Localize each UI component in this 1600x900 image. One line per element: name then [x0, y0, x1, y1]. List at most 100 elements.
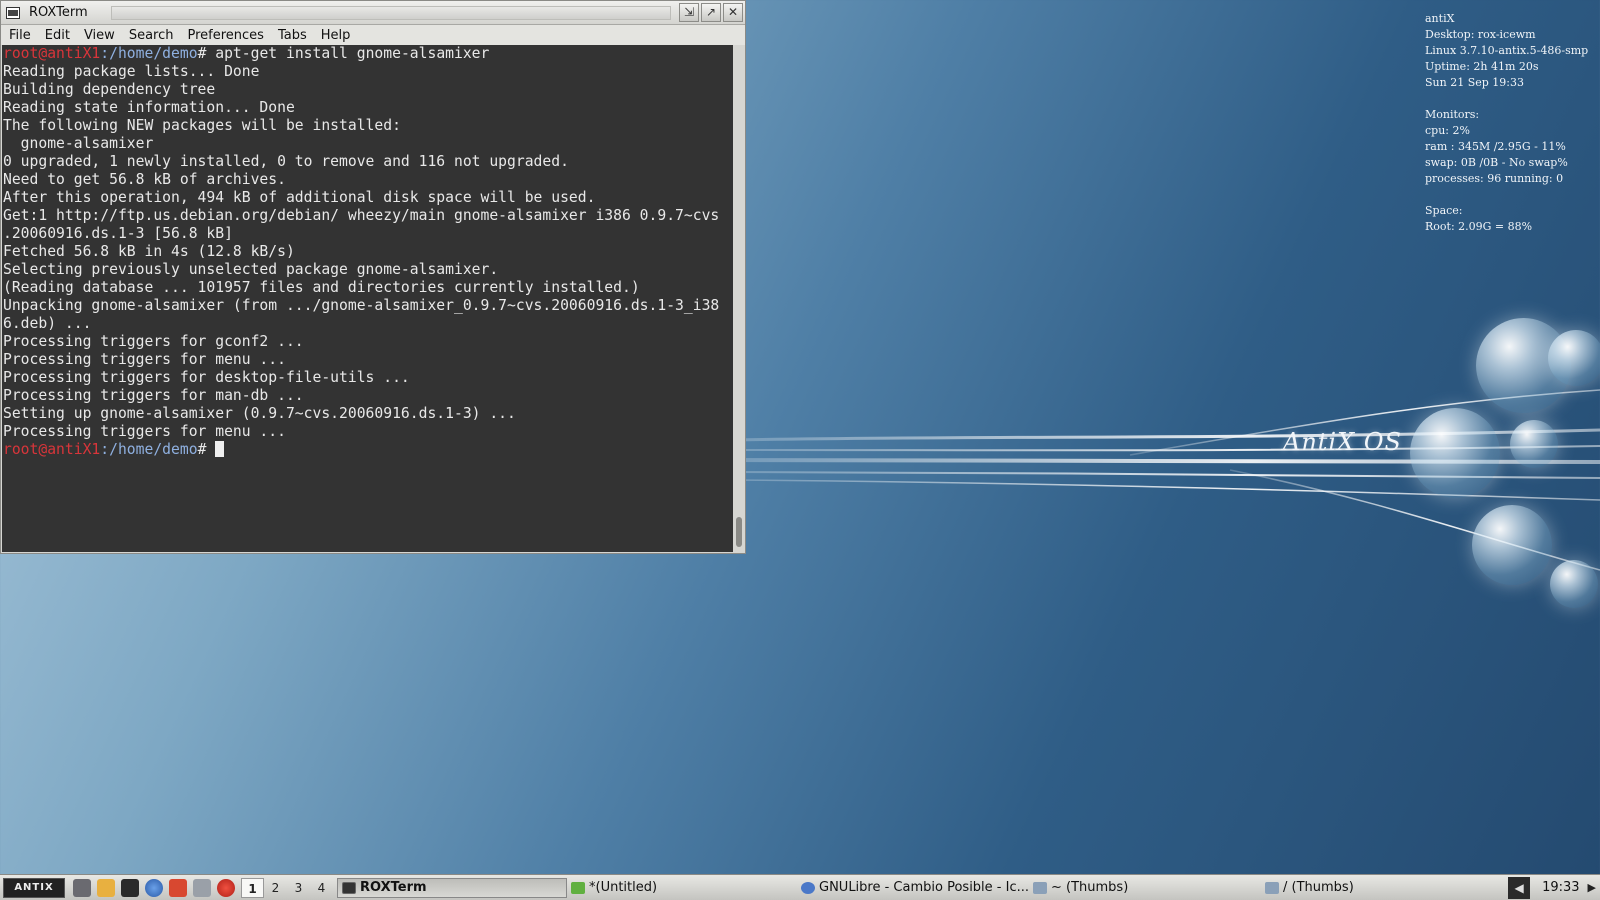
conky-root: Root: 2.09G = 88% [1425, 220, 1533, 233]
task-label: ROXTerm [360, 880, 427, 895]
menu-search[interactable]: Search [122, 28, 181, 43]
workspace-1[interactable]: 1 [241, 877, 264, 898]
terminal-line: The following NEW packages will be insta… [3, 117, 401, 134]
conky-desktop: Desktop: rox-icewm [1425, 28, 1536, 41]
wallpaper-bubble [1550, 560, 1598, 608]
task-roxterm[interactable]: ROXTerm [337, 877, 567, 898]
wallpaper-bubble [1548, 330, 1600, 386]
terminal-line: gnome-alsamixer [3, 135, 154, 152]
menu-preferences[interactable]: Preferences [180, 28, 270, 43]
workspace-3[interactable]: 3 [287, 878, 310, 898]
system-tray: ◀ 19:33 ▶ [1508, 876, 1600, 900]
task-label: *(Untitled) [589, 880, 658, 895]
conky-date: Sun 21 Sep 19:33 [1425, 76, 1524, 89]
conky-hostname: antiX [1425, 12, 1455, 25]
terminal-line: Processing triggers for gconf2 ... [3, 333, 304, 350]
menu-view[interactable]: View [77, 28, 122, 43]
volume-icon[interactable]: ◀ [1508, 876, 1531, 899]
terminal-line: After this operation, 494 kB of addition… [3, 189, 596, 206]
command-text: apt-get install gnome-alsamixer [215, 45, 490, 62]
image-viewer-icon [1265, 881, 1279, 894]
terminal-line: Setting up gnome-alsamixer (0.9.7~cvs.20… [3, 405, 516, 422]
terminal-line: Processing triggers for menu ... [3, 351, 286, 368]
maximize-button[interactable]: ↗ [701, 3, 721, 22]
terminal-icon [342, 881, 356, 894]
terminal-line: 0 upgraded, 1 newly installed, 0 to remo… [3, 153, 569, 170]
workspace-2[interactable]: 2 [264, 878, 287, 898]
workspace-switcher: 1 2 3 4 [241, 877, 333, 898]
conky-ram: ram : 345M /2.95G - 11% [1425, 140, 1566, 153]
terminal-line: Reading state information... Done [3, 99, 295, 116]
terminal-line: Processing triggers for desktop-file-uti… [3, 369, 410, 386]
terminal-icon[interactable] [6, 7, 20, 19]
desktop-icon[interactable] [73, 878, 91, 897]
task-untitled[interactable]: *(Untitled) [567, 878, 797, 898]
terminal-line: Reading package lists... Done [3, 63, 260, 80]
browser-icon [801, 881, 815, 894]
menu-file[interactable]: File [1, 28, 38, 43]
menu-tabs[interactable]: Tabs [271, 28, 314, 43]
terminal-line: Need to get 56.8 kB of archives. [3, 171, 286, 188]
tray-expand-arrow-icon[interactable]: ▶ [1588, 881, 1600, 894]
conky-swap: swap: 0B /0B - No swap% [1425, 156, 1568, 169]
window-controls: ⇲ ↗ ✕ [679, 3, 743, 22]
command-line: root@antiX1:/home/demo# apt-get install … [3, 45, 733, 63]
task-gnulibre[interactable]: GNULibre - Cambio Posible - Ic... [797, 878, 1029, 898]
task-label: ~ (Thumbs) [1051, 880, 1129, 895]
terminal-scrollbar[interactable] [733, 45, 745, 552]
terminal-output[interactable]: root@antiX1:/home/demo# apt-get install … [2, 45, 733, 552]
prompt-user: root@antiX1 [3, 441, 101, 458]
window-titlebar[interactable]: ROXTerm ⇲ ↗ ✕ [1, 1, 745, 25]
menu-edit[interactable]: Edit [38, 28, 77, 43]
conky-spacer [1425, 91, 1597, 107]
menubar: File Edit View Search Preferences Tabs H… [1, 25, 745, 45]
conky-kernel: Linux 3.7.10-antix.5-486-smp [1425, 44, 1589, 57]
conky-processes: processes: 96 running: 0 [1425, 172, 1564, 185]
file-manager-icon[interactable] [97, 878, 115, 897]
terminal-line: Processing triggers for menu ... [3, 423, 286, 440]
menu-help[interactable]: Help [314, 28, 358, 43]
wallpaper-brand-text: AntiX OS [1283, 428, 1402, 456]
terminal-line: Building dependency tree [3, 81, 216, 98]
task-label: / (Thumbs) [1283, 880, 1354, 895]
conky-monitors-title: Monitors: [1425, 108, 1480, 121]
terminal-line: Fetched 56.8 kB in 4s (12.8 kB/s) [3, 243, 295, 260]
media-icon[interactable] [193, 878, 211, 897]
minimize-button[interactable]: ⇲ [679, 3, 699, 22]
terminal-icon[interactable] [121, 878, 139, 897]
power-icon[interactable] [217, 878, 235, 897]
workspace-4[interactable]: 4 [310, 878, 333, 898]
terminal-line: Unpacking gnome-alsamixer (from .../gnom… [3, 297, 720, 314]
terminal-line: Selecting previously unselected package … [3, 261, 499, 278]
window-title: ROXTerm [29, 5, 88, 20]
image-viewer-icon [1033, 881, 1047, 894]
terminal-line: (Reading database ... 101957 files and d… [3, 279, 640, 296]
prompt-path: :/home/demo [100, 45, 198, 62]
quick-launch [73, 878, 235, 897]
task-home-thumbs[interactable]: ~ (Thumbs) [1029, 878, 1261, 898]
close-button[interactable]: ✕ [723, 3, 743, 22]
wallpaper-bubble [1472, 505, 1552, 585]
scrollbar-thumb[interactable] [736, 517, 742, 547]
terminal-output-lines: Reading package lists... Done Building de… [3, 63, 733, 441]
taskbar: ANTIX 1 2 3 4 ROXTerm *(Untitled) GNULib… [0, 874, 1600, 900]
editor-icon [571, 881, 585, 894]
conky-space-title: Space: [1425, 204, 1463, 217]
start-menu-button[interactable]: ANTIX [3, 877, 65, 898]
terminal-line: Get:1 http://ftp.us.debian.org/debian/ w… [3, 207, 720, 224]
conky-cpu: cpu: 2% [1425, 124, 1470, 137]
task-label: GNULibre - Cambio Posible - Ic... [819, 880, 1029, 895]
task-root-thumbs[interactable]: / (Thumbs) [1261, 878, 1497, 898]
clock[interactable]: 19:33 [1530, 880, 1587, 895]
conky-uptime: Uptime: 2h 41m 20s [1425, 60, 1539, 73]
browser-icon[interactable] [145, 878, 163, 897]
text-cursor [215, 441, 225, 457]
wallpaper-bubble [1510, 420, 1558, 468]
terminal-line: 6.deb) ... [3, 315, 92, 332]
editor-icon[interactable] [169, 878, 187, 897]
terminal-line: Processing triggers for man-db ... [3, 387, 304, 404]
prompt-symbol: # [197, 45, 216, 62]
roxterm-window: ROXTerm ⇲ ↗ ✕ File Edit View Search Pref… [0, 0, 746, 554]
titlebar-drag-area[interactable] [111, 6, 671, 20]
current-prompt-line[interactable]: root@antiX1:/home/demo# [3, 441, 733, 459]
